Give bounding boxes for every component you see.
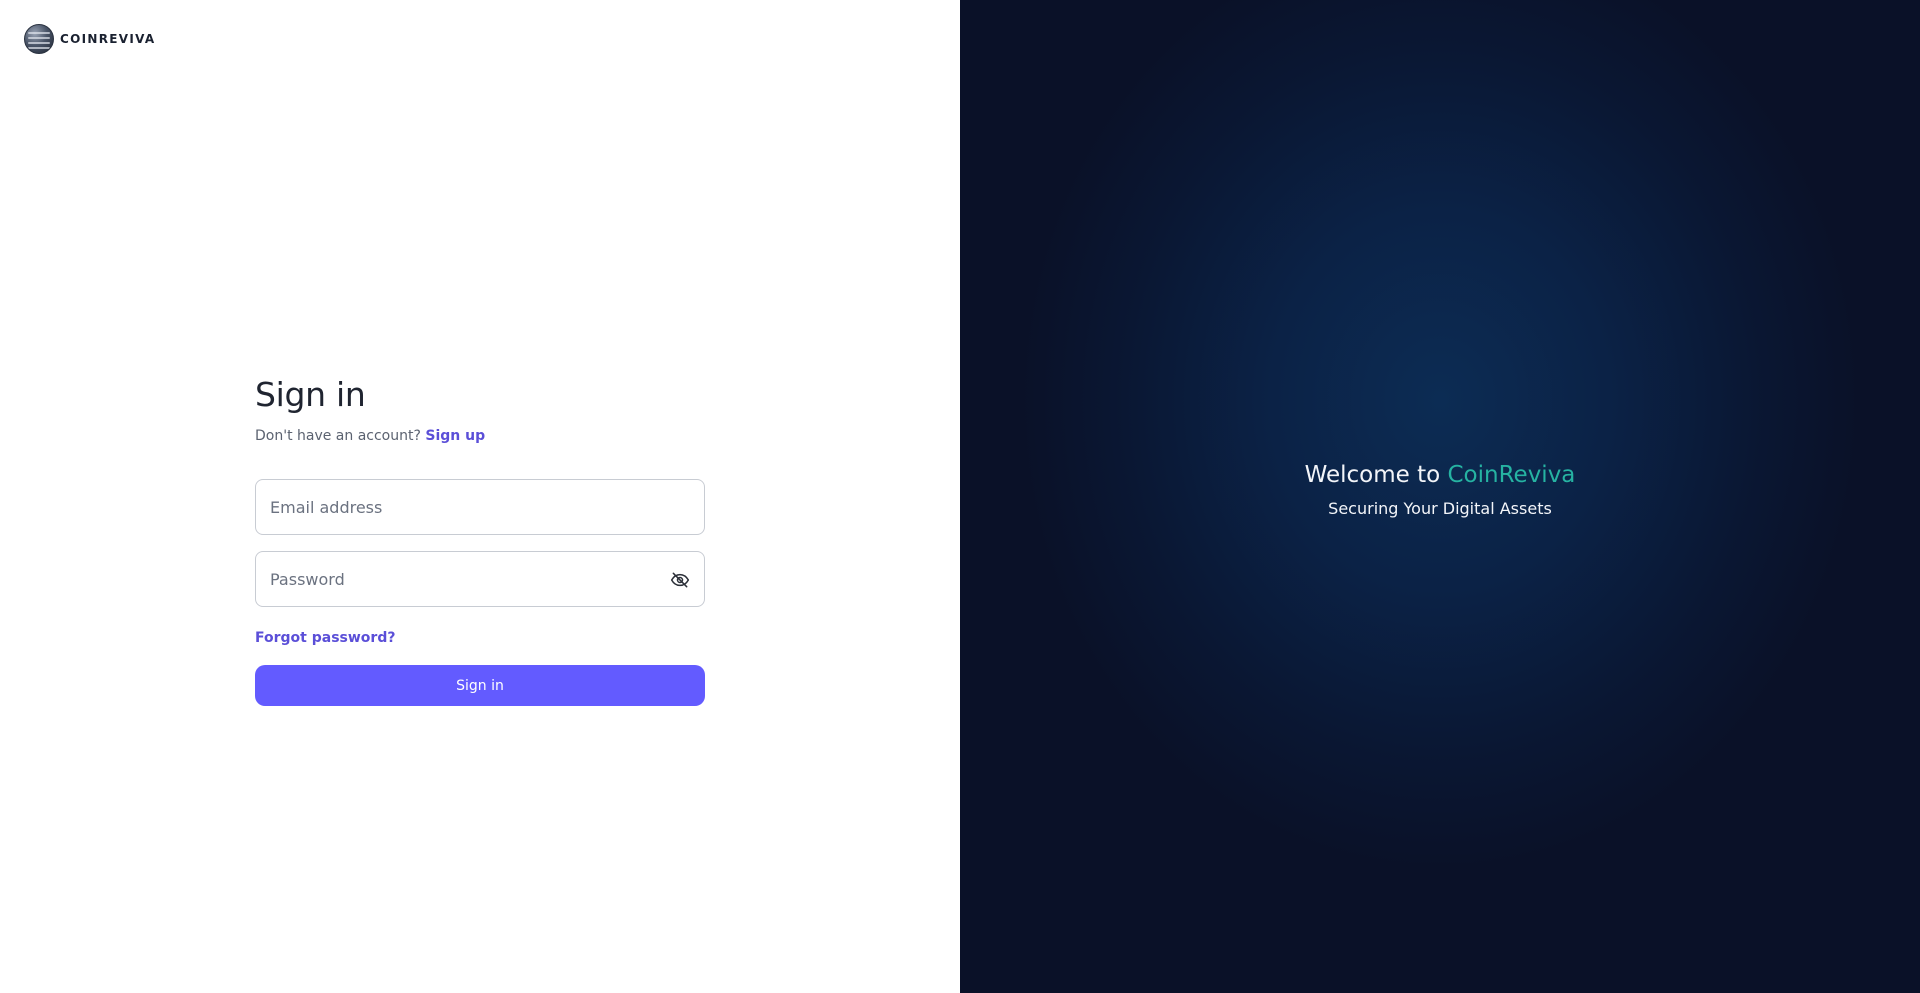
email-field-container <box>255 479 705 535</box>
signin-form: Sign in Don't have an account? Sign up E… <box>255 375 705 706</box>
hero-tagline: Securing Your Digital Assets <box>1328 498 1552 518</box>
hero-panel: Welcome to CoinReviva Securing Your Digi… <box>960 0 1920 993</box>
page-title: Sign in <box>255 375 366 414</box>
welcome-brand: CoinReviva <box>1447 461 1576 488</box>
logo-text: COINREVIVA <box>60 32 156 46</box>
password-field-container <box>255 551 705 607</box>
signin-panel: COINREVIVA Sign in Don't have an account… <box>0 0 960 993</box>
signup-prompt: Don't have an account? Sign up <box>255 427 705 445</box>
signup-link[interactable]: Sign up <box>425 428 485 444</box>
email-input[interactable] <box>256 480 704 534</box>
coin-globe-icon <box>24 24 54 54</box>
brand-logo[interactable]: COINREVIVA <box>24 24 155 54</box>
login-page: COINREVIVA Sign in Don't have an account… <box>0 0 1920 993</box>
welcome-prefix: Welcome to <box>1304 461 1441 488</box>
welcome-heading: Welcome to CoinReviva <box>1305 460 1576 490</box>
forgot-password-link[interactable]: Forgot password? <box>255 629 395 647</box>
no-account-text: Don't have an account? <box>255 428 421 444</box>
signin-button[interactable]: Sign in <box>255 665 705 706</box>
password-input[interactable] <box>256 552 704 606</box>
eye-off-icon[interactable] <box>670 570 690 590</box>
